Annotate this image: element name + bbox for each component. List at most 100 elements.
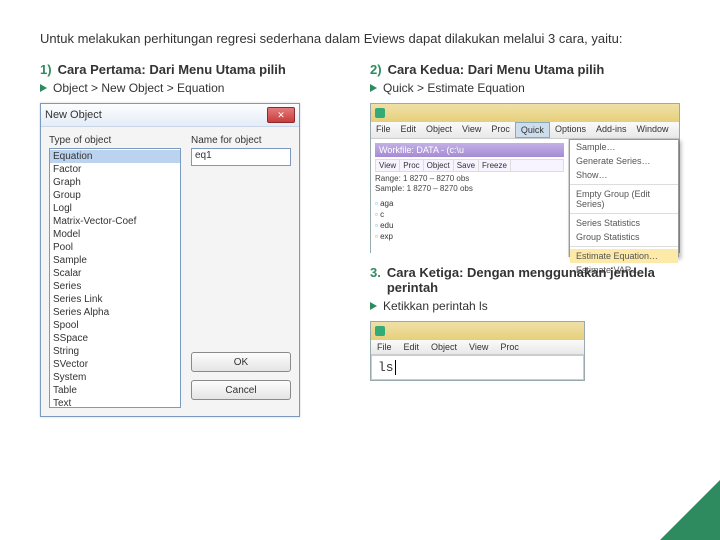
menu-item[interactable]: Object	[421, 122, 457, 138]
sec2-heading: 2) Cara Kedua: Dari Menu Utama pilih	[370, 62, 680, 77]
menu-option[interactable]: Generate Series…	[570, 154, 678, 168]
menu-option[interactable]: Estimate Equation…	[570, 249, 678, 263]
menu-item[interactable]: Window	[631, 122, 673, 138]
section-3: 3. Cara Ketiga: Dengan menggunakan jende…	[370, 265, 680, 381]
col-1: 1) Cara Pertama: Dari Menu Utama pilih O…	[40, 62, 350, 417]
type-option[interactable]: SVector	[50, 358, 180, 371]
new-object-dialog: New Object ✕ Type of object EquationFact…	[40, 103, 300, 417]
type-option[interactable]: Sample	[50, 254, 180, 267]
menu-item[interactable]: File	[371, 122, 396, 138]
menu-item[interactable]: Object	[425, 340, 463, 354]
eviews-menubar[interactable]: FileEditObjectViewProc	[371, 340, 584, 355]
tool-button[interactable]: View	[376, 160, 400, 171]
menu-option[interactable]: Series Statistics	[570, 216, 678, 230]
dialog-titlebar: New Object ✕	[41, 104, 299, 127]
eviews-quick-screenshot: FileEditObjectViewProcQuickOptionsAdd-in…	[370, 103, 680, 253]
sec1-sub-text: Object > New Object > Equation	[53, 81, 224, 95]
dialog-title-text: New Object	[45, 109, 102, 121]
sec2-title: Cara Kedua: Dari Menu Utama pilih	[388, 62, 605, 77]
menu-item[interactable]: Options	[550, 122, 591, 138]
sec1-heading: 1) Cara Pertama: Dari Menu Utama pilih	[40, 62, 350, 77]
menu-item[interactable]: Edit	[396, 122, 422, 138]
command-input[interactable]: ls	[371, 355, 584, 380]
eviews-titlebar	[371, 322, 584, 340]
cancel-label: Cancel	[225, 385, 256, 396]
sec3-sub-text: Ketikkan perintah ls	[383, 299, 488, 313]
type-listbox[interactable]: EquationFactorGraphGroupLoglMatrix-Vecto…	[49, 148, 181, 408]
bullet-icon	[40, 84, 47, 92]
sec2-num: 2)	[370, 62, 382, 77]
bullet-icon	[370, 302, 377, 310]
cancel-button[interactable]: Cancel	[191, 380, 291, 400]
menu-item[interactable]: Add-ins	[591, 122, 632, 138]
sec3-sub: Ketikkan perintah ls	[370, 299, 680, 313]
menu-item[interactable]: Proc	[494, 340, 525, 354]
type-option[interactable]: Text	[50, 397, 180, 408]
col-2: 2) Cara Kedua: Dari Menu Utama pilih Qui…	[370, 62, 680, 417]
sec3-num: 3.	[370, 265, 381, 295]
sec1-sub: Object > New Object > Equation	[40, 81, 350, 95]
tool-button[interactable]: Save	[454, 160, 479, 171]
menu-item[interactable]: View	[457, 122, 486, 138]
range-text: Range: 1 8270 – 8270 obs	[375, 174, 564, 184]
list-item[interactable]: aga	[375, 198, 564, 209]
list-item[interactable]: edu	[375, 220, 564, 231]
content-columns: 1) Cara Pertama: Dari Menu Utama pilih O…	[40, 62, 680, 417]
type-option[interactable]: Scalar	[50, 267, 180, 280]
app-icon	[375, 108, 385, 118]
type-option[interactable]: Model	[50, 228, 180, 241]
sec1-title: Cara Pertama: Dari Menu Utama pilih	[58, 62, 286, 77]
workfile-items: agaceduexp	[375, 198, 564, 242]
menu-option[interactable]: Empty Group (Edit Series)	[570, 187, 678, 211]
sec2-sub-text: Quick > Estimate Equation	[383, 81, 525, 95]
menu-option[interactable]: Sample…	[570, 140, 678, 154]
app-icon	[375, 326, 385, 336]
type-option[interactable]: Logl	[50, 202, 180, 215]
type-option[interactable]: Factor	[50, 163, 180, 176]
type-option[interactable]: Series Alpha	[50, 306, 180, 319]
menu-item[interactable]: View	[463, 340, 494, 354]
sec1-num: 1)	[40, 62, 52, 77]
menu-item[interactable]: Quick	[515, 122, 550, 138]
eviews-cmd-screenshot: FileEditObjectViewProc ls	[370, 321, 585, 381]
menu-item[interactable]: File	[371, 340, 398, 354]
tool-button[interactable]: Freeze	[479, 160, 511, 171]
ok-button[interactable]: OK	[191, 352, 291, 372]
type-option[interactable]: Series	[50, 280, 180, 293]
eviews-menubar[interactable]: FileEditObjectViewProcQuickOptionsAdd-in…	[371, 122, 679, 139]
type-option[interactable]: Graph	[50, 176, 180, 189]
type-option[interactable]: Spool	[50, 319, 180, 332]
type-option[interactable]: System	[50, 371, 180, 384]
type-option[interactable]: Table	[50, 384, 180, 397]
ok-label: OK	[234, 357, 248, 368]
name-input[interactable]: eq1	[191, 148, 291, 166]
type-label: Type of object	[49, 135, 181, 146]
type-option[interactable]: Matrix-Vector-Coef	[50, 215, 180, 228]
sec2-sub: Quick > Estimate Equation	[370, 81, 680, 95]
tool-button[interactable]: Object	[424, 160, 454, 171]
type-option[interactable]: Group	[50, 189, 180, 202]
sec3-heading: 3. Cara Ketiga: Dengan menggunakan jende…	[370, 265, 680, 295]
menu-item[interactable]: Edit	[398, 340, 426, 354]
type-option[interactable]: SSpace	[50, 332, 180, 345]
list-item[interactable]: exp	[375, 231, 564, 242]
sec3-title: Cara Ketiga: Dengan menggunakan jendela …	[387, 265, 680, 295]
type-option[interactable]: Series Link	[50, 293, 180, 306]
tool-button[interactable]: Proc	[400, 160, 423, 171]
sample-text: Sample: 1 8270 – 8270 obs	[375, 184, 564, 194]
menu-item[interactable]: Proc	[486, 122, 515, 138]
workfile-toolbar[interactable]: ViewProcObjectSaveFreeze	[375, 159, 564, 172]
name-label: Name for object	[191, 135, 291, 146]
menu-option[interactable]: Group Statistics	[570, 230, 678, 244]
quick-menu-dropdown[interactable]: Sample…Generate Series…Show… Empty Group …	[569, 139, 679, 257]
menu-option[interactable]: Show…	[570, 168, 678, 182]
eviews-titlebar	[371, 104, 679, 122]
intro-text: Untuk melakukan perhitungan regresi sede…	[40, 30, 680, 48]
close-icon[interactable]: ✕	[267, 107, 295, 123]
type-option[interactable]: Equation	[50, 150, 180, 163]
corner-decoration	[660, 480, 720, 540]
type-option[interactable]: Pool	[50, 241, 180, 254]
list-item[interactable]: c	[375, 209, 564, 220]
workfile-title: Workfile: DATA - (c:\u	[375, 143, 564, 157]
type-option[interactable]: String	[50, 345, 180, 358]
